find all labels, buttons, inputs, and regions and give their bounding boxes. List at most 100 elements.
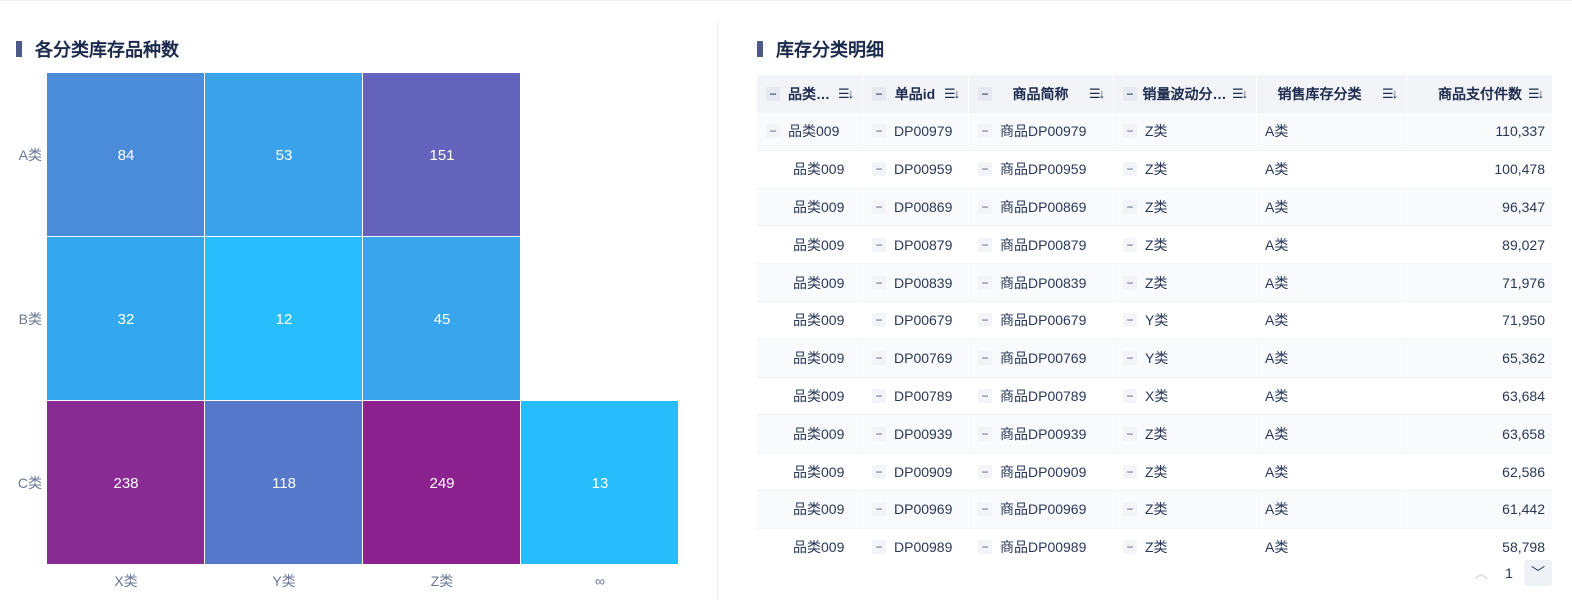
cell-name: − 商品DP00959: [969, 150, 1114, 188]
cell-name: − 商品DP00869: [969, 188, 1114, 226]
column-header-category[interactable]: − 品类… ☰↓: [757, 75, 863, 113]
table-row[interactable]: 品类009− DP00839− 商品DP00839− Z类 A类 71,976: [757, 264, 1553, 302]
table-row[interactable]: 品类009− DP00679− 商品DP00679− Y类 A类 71,950: [757, 301, 1553, 340]
cell-text: 商品DP00959: [1000, 161, 1087, 178]
cell-category: 品类009: [757, 188, 863, 226]
cell-text: A类: [1265, 198, 1289, 215]
collapse-icon[interactable]: −: [1123, 237, 1137, 252]
collapse-icon[interactable]: −: [1123, 87, 1137, 101]
cell-text: Z类: [1145, 161, 1168, 178]
table-row[interactable]: 品类009− DP00869− 商品DP00869− Z类 A类 96,347: [757, 188, 1553, 227]
collapse-icon[interactable]: −: [978, 464, 992, 479]
collapse-icon[interactable]: −: [872, 87, 886, 101]
cell-text: 商品DP00769: [1000, 350, 1087, 367]
cell-text: 110,337: [1495, 123, 1545, 140]
collapse-icon[interactable]: −: [1123, 162, 1137, 177]
column-header-qty[interactable]: 商品支付件数 ☰↓: [1407, 75, 1553, 113]
collapse-icon[interactable]: −: [978, 426, 992, 441]
cell-text: 62,586: [1502, 463, 1545, 480]
sort-icon[interactable]: ☰↓: [1232, 86, 1250, 102]
sort-icon[interactable]: ☰↓: [944, 86, 962, 102]
collapse-icon[interactable]: −: [872, 199, 886, 214]
collapse-icon[interactable]: −: [978, 237, 992, 252]
column-header-volatility[interactable]: − 销量波动分… ☰↓: [1114, 75, 1257, 113]
page-down-button[interactable]: ﹀: [1524, 560, 1552, 586]
collapse-icon[interactable]: −: [872, 275, 886, 290]
inventory-table: − 品类… ☰↓ − 单品id ☰↓ − 商品简称 ☰↓ − 销量波动分… ☰↓…: [757, 75, 1553, 557]
collapse-icon[interactable]: −: [978, 540, 992, 555]
collapse-icon[interactable]: −: [1123, 464, 1137, 479]
y-axis-label: A类: [19, 147, 42, 163]
table-row[interactable]: 品类009− DP00789− 商品DP00789− X类 A类 63,684: [757, 377, 1553, 416]
page-up-icon[interactable]: ︿: [1468, 563, 1494, 583]
collapse-icon[interactable]: −: [1123, 351, 1137, 366]
table-row[interactable]: 品类009− DP00909− 商品DP00909− Z类 A类 62,586: [757, 453, 1553, 491]
cell-volatility: − Z类: [1114, 453, 1257, 490]
cell-text: A类: [1265, 236, 1289, 253]
collapse-icon[interactable]: −: [872, 388, 886, 403]
table-row[interactable]: 品类009− DP00959− 商品DP00959− Z类 A类 100,478: [757, 150, 1553, 189]
collapse-icon[interactable]: −: [1123, 275, 1137, 290]
collapse-icon[interactable]: −: [766, 124, 780, 139]
column-header-id[interactable]: − 单品id ☰↓: [863, 75, 969, 113]
collapse-icon[interactable]: −: [1123, 502, 1137, 517]
cell-qty: 71,976: [1407, 264, 1553, 301]
collapse-icon[interactable]: −: [978, 502, 992, 517]
collapse-icon[interactable]: −: [872, 464, 886, 479]
cell-text: 71,950: [1502, 312, 1545, 329]
collapse-icon[interactable]: −: [872, 124, 886, 139]
table-row[interactable]: 品类009− DP00989− 商品DP00989− Z类 A类 58,798: [757, 528, 1553, 557]
page-number: 1: [1505, 565, 1513, 581]
cell-text: 100,478: [1494, 161, 1545, 178]
cell-volatility: − Z类: [1114, 415, 1257, 453]
sort-icon[interactable]: ☰↓: [1528, 86, 1546, 102]
collapse-icon[interactable]: −: [978, 351, 992, 366]
collapse-icon[interactable]: −: [872, 502, 886, 517]
collapse-icon[interactable]: −: [978, 124, 992, 139]
collapse-icon[interactable]: −: [978, 87, 992, 101]
column-label: 品类…: [788, 86, 830, 102]
collapse-icon[interactable]: −: [872, 351, 886, 366]
collapse-icon[interactable]: −: [872, 237, 886, 252]
cell-text: A类: [1265, 425, 1289, 442]
table-row[interactable]: − 品类009− DP00979− 商品DP00979− Z类 A类 110,337: [757, 113, 1553, 151]
collapse-icon[interactable]: −: [978, 388, 992, 403]
cell-stock-class: A类: [1257, 415, 1407, 453]
table-row[interactable]: 品类009− DP00769− 商品DP00769− Y类 A类 65,362: [757, 339, 1553, 378]
cell-name: − 商品DP00969: [969, 490, 1114, 528]
collapse-icon[interactable]: −: [1123, 540, 1137, 555]
cell-id: − DP00989: [863, 528, 969, 557]
collapse-icon[interactable]: −: [1123, 388, 1137, 403]
collapse-icon[interactable]: −: [872, 540, 886, 555]
table-row[interactable]: 品类009− DP00879− 商品DP00879− Z类 A类 89,027: [757, 226, 1553, 265]
collapse-icon[interactable]: −: [1123, 426, 1137, 441]
cell-id: − DP00869: [863, 188, 969, 226]
collapse-icon[interactable]: −: [1123, 313, 1137, 328]
collapse-icon[interactable]: −: [872, 426, 886, 441]
table-row[interactable]: 品类009− DP00939− 商品DP00939− Z类 A类 63,658: [757, 415, 1553, 454]
collapse-icon[interactable]: −: [766, 87, 780, 101]
collapse-icon[interactable]: −: [978, 313, 992, 328]
collapse-icon[interactable]: −: [978, 199, 992, 214]
collapse-icon[interactable]: −: [872, 162, 886, 177]
cell-text: DP00959: [894, 161, 953, 178]
sort-icon[interactable]: ☰↓: [1089, 86, 1107, 102]
cell-id: − DP00959: [863, 150, 969, 188]
collapse-icon[interactable]: −: [978, 275, 992, 290]
column-label: 商品简称: [1012, 86, 1069, 102]
collapse-icon[interactable]: −: [872, 313, 886, 328]
collapse-icon[interactable]: −: [1123, 199, 1137, 214]
heatmap-cell-label: 45: [434, 311, 451, 328]
table-row[interactable]: 品类009− DP00969− 商品DP00969− Z类 A类 61,442: [757, 490, 1553, 529]
cell-text: A类: [1265, 161, 1289, 178]
collapse-icon[interactable]: −: [1123, 124, 1137, 139]
sort-icon[interactable]: ☰↓: [1382, 86, 1400, 102]
sort-icon[interactable]: ☰↓: [838, 86, 856, 102]
cell-text: Y类: [1145, 350, 1169, 367]
column-header-name[interactable]: − 商品简称 ☰↓: [969, 75, 1114, 113]
right-panel-title: 库存分类明细: [757, 36, 884, 62]
collapse-icon[interactable]: −: [978, 162, 992, 177]
heatmap-cell-label: 13: [592, 475, 609, 492]
column-header-stock-class[interactable]: 销售库存分类 ☰↓: [1257, 75, 1407, 113]
y-axis-label: C类: [18, 475, 42, 491]
